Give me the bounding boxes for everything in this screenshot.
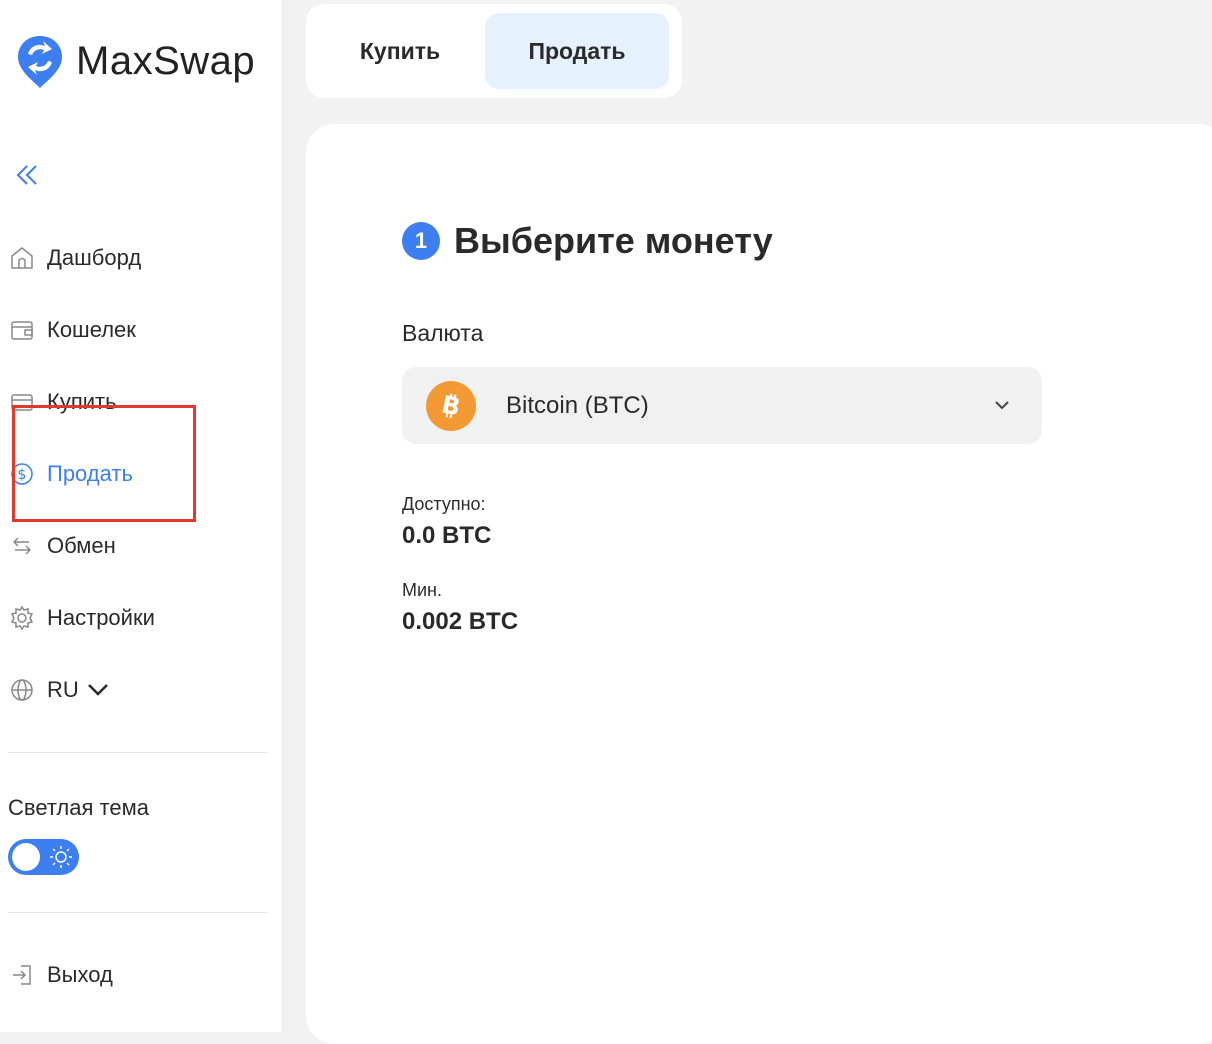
sidebar-item-sell[interactable]: $ Продать [8, 454, 133, 494]
step-header: 1 Выберите монету [402, 220, 773, 262]
collapse-sidebar-button[interactable] [12, 160, 42, 190]
sell-panel: 1 Выберите монету Валюта B Bitcoin (BTC)… [306, 124, 1212, 1044]
min-label: Мин. [402, 580, 442, 600]
sidebar-item-wallet[interactable]: Кошелек [8, 310, 136, 350]
available-label: Доступно: [402, 494, 486, 514]
toggle-knob [12, 843, 40, 871]
currency-value: Bitcoin (BTC) [506, 391, 649, 419]
exchange-icon [8, 532, 36, 560]
svg-text:$: $ [18, 467, 27, 483]
step-number-badge: 1 [402, 222, 440, 260]
home-icon [8, 244, 36, 272]
logout-label: Выход [47, 962, 113, 987]
divider [8, 912, 268, 913]
wallet-icon [8, 316, 36, 344]
buy-sell-tabs: Купить Продать [306, 4, 682, 98]
bitcoin-icon: B [426, 380, 476, 431]
sidebar-item-label: Настройки [47, 605, 155, 630]
globe-icon [8, 676, 36, 704]
sidebar-item-label: Дашборд [47, 245, 142, 270]
sidebar-item-label: Обмен [47, 533, 116, 558]
currency-label: Валюта [402, 320, 484, 346]
sidebar-item-exchange[interactable]: Обмен [8, 526, 116, 566]
chevron-down-icon [995, 401, 1009, 410]
brand-name: MaxSwap [76, 38, 256, 83]
sun-icon [50, 846, 72, 868]
sidebar-item-label: Продать [47, 461, 133, 486]
dollar-circle-icon: $ [8, 460, 36, 488]
theme-toggle[interactable] [8, 839, 79, 875]
page-title: Выберите монету [454, 220, 773, 261]
available-value: 0.0 BTC [402, 522, 492, 549]
tab-sell[interactable]: Продать [485, 13, 669, 89]
language-label: RU [47, 677, 79, 702]
tab-buy[interactable]: Купить [315, 13, 485, 89]
logout-icon [8, 961, 36, 989]
logout-button[interactable]: Выход [8, 955, 113, 995]
sidebar-item-label: Купить [47, 389, 117, 414]
sidebar-item-dashboard[interactable]: Дашборд [8, 238, 141, 278]
gear-icon [8, 604, 36, 632]
sidebar-item-buy[interactable]: Купить [8, 382, 117, 422]
sidebar: MaxSwap Дашборд Кошелек Купить $ Продать [0, 0, 283, 1032]
min-value: 0.002 BTC [402, 608, 519, 635]
currency-select[interactable]: B Bitcoin (BTC) [402, 367, 1042, 444]
maxswap-logo-icon [18, 36, 62, 88]
double-chevron-left-icon [16, 165, 37, 185]
chevron-down-icon [87, 682, 109, 698]
language-selector[interactable]: RU [8, 670, 109, 710]
logo[interactable]: MaxSwap [14, 32, 255, 90]
divider [8, 752, 268, 753]
theme-label: Светлая тема [8, 795, 149, 820]
sidebar-item-settings[interactable]: Настройки [8, 598, 155, 638]
sidebar-item-label: Кошелек [47, 317, 136, 342]
card-icon [8, 388, 36, 416]
